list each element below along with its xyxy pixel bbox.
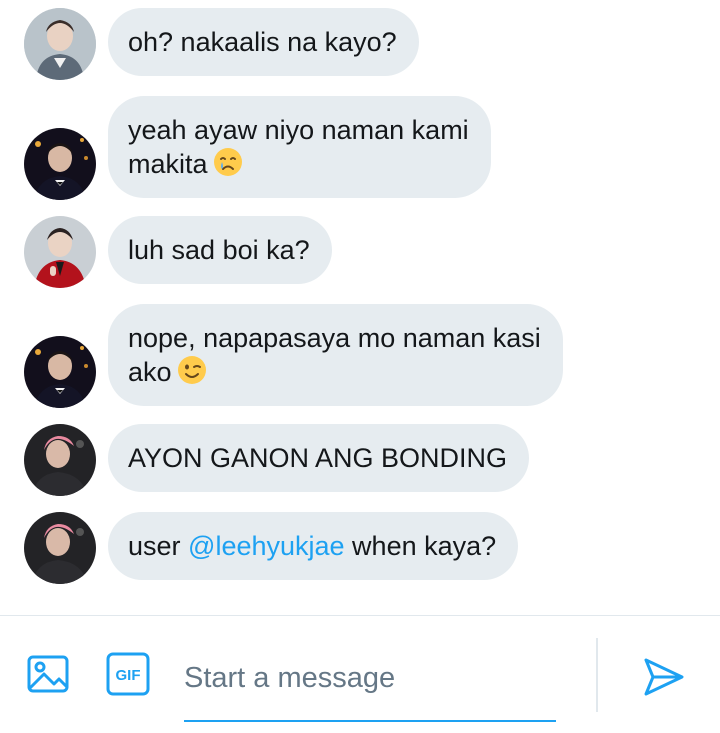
message-bubble[interactable]: yeah ayaw niyo naman kami makita [108, 96, 491, 198]
message-text: luh sad boi ka? [128, 235, 310, 265]
avatar[interactable] [24, 128, 96, 200]
avatar[interactable] [24, 8, 96, 80]
message-text-line-1: yeah ayaw niyo naman kami [128, 115, 469, 145]
message-text-suffix: when kaya? [344, 531, 497, 561]
message-input[interactable] [184, 654, 556, 722]
composer-divider [596, 638, 598, 712]
message-bubble[interactable]: oh? nakaalis na kayo? [108, 8, 419, 76]
crying-face-emoji [212, 146, 244, 178]
message-text-line-1: nope, napapasaya mo naman kasi [128, 323, 541, 353]
gif-label: GIF [116, 667, 141, 684]
message-bubble[interactable]: user @leehyukjae when kaya? [108, 512, 519, 580]
message-bubble[interactable]: nope, napapasaya mo naman kasi ako [108, 304, 563, 406]
message-text-line-2: makita [128, 149, 208, 179]
mention-link[interactable]: @leehyukjae [188, 531, 345, 561]
message-text-line-2: ako [128, 357, 172, 387]
message-thread: oh? nakaalis na kayo? yeah ayaw niyo nam… [0, 0, 720, 615]
gif-button[interactable]: GIF [106, 652, 150, 696]
message-bubble[interactable]: luh sad boi ka? [108, 216, 332, 284]
message-text: oh? nakaalis na kayo? [128, 27, 397, 57]
avatar[interactable] [24, 512, 96, 584]
avatar[interactable] [24, 424, 96, 496]
send-icon[interactable] [640, 654, 686, 700]
avatar[interactable] [24, 336, 96, 408]
avatar[interactable] [24, 216, 96, 288]
message-composer: GIF [0, 615, 720, 733]
image-icon[interactable] [26, 652, 70, 696]
winking-face-emoji [176, 354, 208, 386]
message-text-prefix: user [128, 531, 189, 561]
message-bubble[interactable]: AYON GANON ANG BONDING [108, 424, 530, 492]
message-text: AYON GANON ANG BONDING [128, 443, 508, 473]
